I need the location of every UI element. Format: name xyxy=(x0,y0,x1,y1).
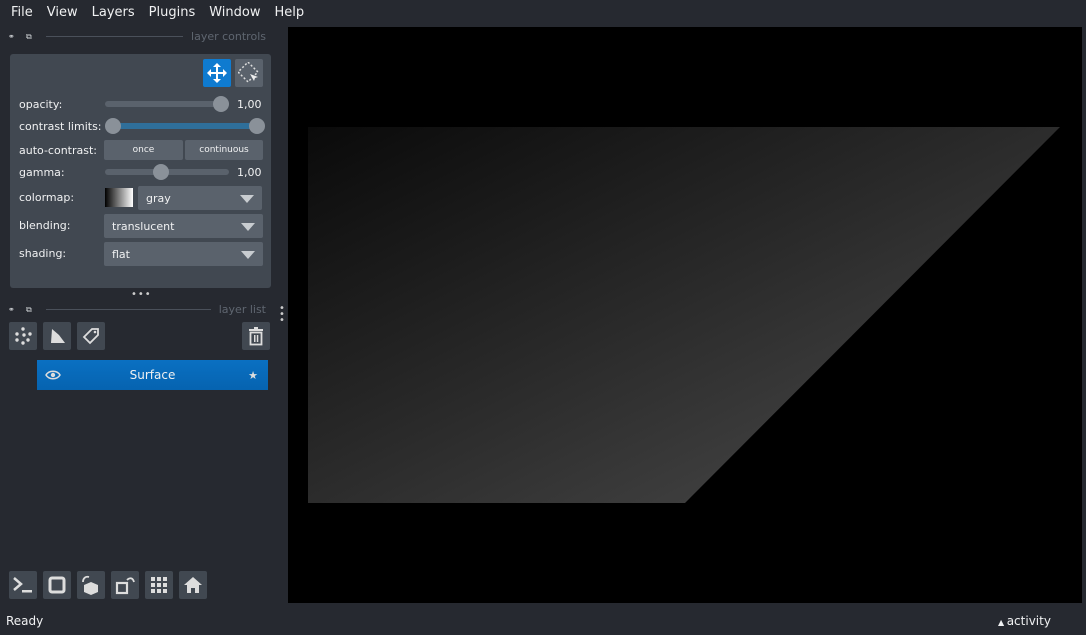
contrast-limits-slider[interactable] xyxy=(105,118,265,134)
menu-layers[interactable]: Layers xyxy=(85,5,142,20)
colormap-preview xyxy=(105,188,133,207)
activity-button[interactable]: ▲ activity xyxy=(998,614,1051,628)
colormap-label: colormap: xyxy=(19,191,75,204)
blending-value: translucent xyxy=(112,219,175,233)
splitter-handle[interactable]: ••• xyxy=(131,289,152,300)
menu-plugins[interactable]: Plugins xyxy=(142,5,203,20)
caret-up-icon: ▲ xyxy=(998,618,1007,627)
pan-zoom-button[interactable] xyxy=(203,59,231,87)
chevron-down-icon xyxy=(241,251,255,259)
colormap-dropdown[interactable]: gray xyxy=(138,186,262,210)
gamma-label: gamma: xyxy=(19,166,65,179)
select-transform-icon xyxy=(238,62,259,83)
blending-dropdown[interactable]: translucent xyxy=(104,214,263,238)
gamma-slider-handle[interactable] xyxy=(153,164,169,180)
delete-layer-button[interactable] xyxy=(242,322,270,350)
shapes-icon xyxy=(51,329,65,343)
auto-contrast-continuous-button[interactable]: continuous xyxy=(185,140,263,160)
opacity-slider-handle[interactable] xyxy=(213,96,229,112)
new-shapes-layer-button[interactable] xyxy=(43,322,71,350)
layer-name[interactable]: Surface xyxy=(37,368,268,382)
gamma-slider[interactable] xyxy=(105,164,229,180)
menu-file[interactable]: File xyxy=(4,5,40,20)
layer-controls-header: ⚭ ⧉ layer controls xyxy=(8,28,266,44)
close-dock-icon[interactable]: ⚭ xyxy=(8,305,18,314)
shading-value: flat xyxy=(112,247,130,261)
toggle-ndisplay-button[interactable] xyxy=(43,571,71,599)
blending-label: blending: xyxy=(19,219,71,232)
new-points-layer-button[interactable] xyxy=(9,322,37,350)
opacity-slider[interactable] xyxy=(105,96,229,112)
close-dock-icon[interactable]: ⚭ xyxy=(8,32,18,41)
points-icon xyxy=(15,327,32,345)
activity-label: activity xyxy=(1006,614,1051,628)
colormap-value: gray xyxy=(146,191,171,205)
square-icon xyxy=(48,576,66,594)
layer-controls-title: layer controls xyxy=(191,29,266,43)
shading-dropdown[interactable]: flat xyxy=(104,242,263,266)
trash-icon xyxy=(249,327,263,346)
star-icon: ★ xyxy=(248,368,258,382)
menu-window[interactable]: Window xyxy=(202,5,267,20)
menu-help[interactable]: Help xyxy=(268,5,312,20)
console-button[interactable] xyxy=(9,571,37,599)
auto-contrast-label: auto-contrast: xyxy=(19,144,98,157)
reset-view-button[interactable] xyxy=(179,571,207,599)
transpose-dimensions-button[interactable] xyxy=(111,571,139,599)
contrast-limits-label: contrast limits: xyxy=(19,120,102,133)
move-arrows-icon xyxy=(207,63,227,83)
layer-list-title: layer list xyxy=(218,302,266,316)
layer-list-header: ⚭ ⧉ layer list xyxy=(8,301,266,317)
chevron-down-icon xyxy=(240,195,254,203)
gamma-value: 1,00 xyxy=(237,166,262,179)
menu-bar: File View Layers Plugins Window Help xyxy=(0,0,1086,24)
status-text: Ready xyxy=(6,614,44,628)
shading-label: shading: xyxy=(19,247,67,260)
roll-dimensions-button[interactable] xyxy=(77,571,105,599)
home-icon xyxy=(184,577,202,593)
grid-icon xyxy=(151,577,167,593)
chevron-down-icon xyxy=(241,223,255,231)
new-labels-layer-button[interactable] xyxy=(77,322,105,350)
dock-options-icon[interactable]: • • • xyxy=(279,304,285,326)
auto-contrast-once-button[interactable]: once xyxy=(104,140,183,160)
grid-view-button[interactable] xyxy=(145,571,173,599)
surface-render xyxy=(308,127,1060,503)
contrast-min-handle[interactable] xyxy=(105,118,121,134)
menu-view[interactable]: View xyxy=(40,5,85,20)
viewer-canvas[interactable] xyxy=(288,27,1082,603)
transform-button[interactable] xyxy=(235,59,263,87)
layer-item-surface[interactable]: Surface ★ xyxy=(37,360,268,390)
opacity-label: opacity: xyxy=(19,98,63,111)
tag-icon xyxy=(82,328,99,345)
transpose-icon xyxy=(115,577,135,595)
cube-rotate-icon xyxy=(82,575,98,595)
float-dock-icon[interactable]: ⧉ xyxy=(26,32,36,41)
opacity-value: 1,00 xyxy=(237,98,262,111)
layer-controls-panel: opacity: 1,00 contrast limits: auto-cont… xyxy=(10,54,271,288)
contrast-max-handle[interactable] xyxy=(249,118,265,134)
terminal-icon xyxy=(13,577,32,593)
float-dock-icon[interactable]: ⧉ xyxy=(26,305,36,314)
